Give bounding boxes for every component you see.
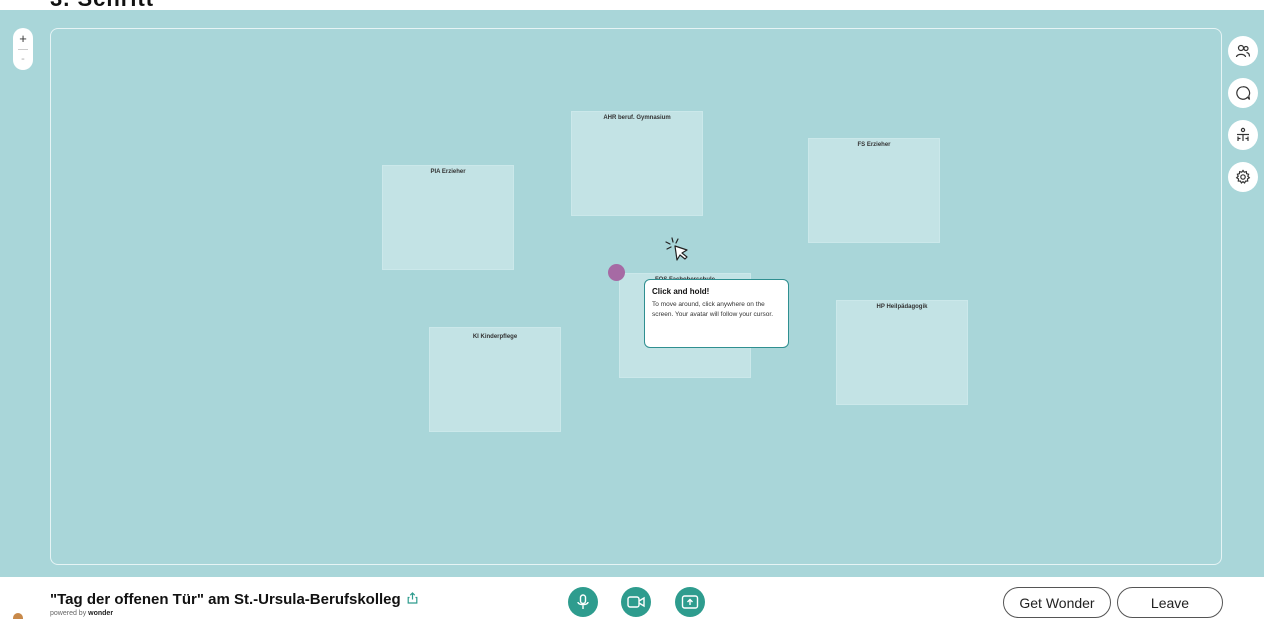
bottom-bar: "Tag der offenen Tür" am St.-Ursula-Beru… <box>0 577 1264 619</box>
zoom-in-button[interactable]: + <box>13 28 33 49</box>
chat-icon[interactable] <box>1228 78 1258 108</box>
page-heading: 3. Schritt <box>0 0 1264 10</box>
camera-icon <box>627 596 645 608</box>
camera-button[interactable] <box>621 587 651 617</box>
leave-button[interactable]: Leave <box>1117 587 1223 618</box>
room-label: KI Kinderpflege <box>472 334 518 340</box>
room-label: FS Erzieher <box>857 142 891 148</box>
space-title-text: "Tag der offenen Tür" am St.-Ursula-Beru… <box>50 591 401 608</box>
share-icon[interactable] <box>407 591 418 608</box>
space-title: "Tag der offenen Tür" am St.-Ursula-Beru… <box>50 591 418 608</box>
room-ki[interactable]: KI Kinderpflege <box>429 327 561 432</box>
space-canvas[interactable]: + - AHR beruf. Gymnasium PIA Erzieher FS… <box>0 10 1264 577</box>
microphone-button[interactable] <box>568 587 598 617</box>
tables-icon[interactable] <box>1228 120 1258 150</box>
tooltip-title: Click and hold! <box>652 287 710 296</box>
right-toolbar <box>1228 36 1258 192</box>
room-label: PIA Erzieher <box>430 169 466 175</box>
onboarding-tooltip: Click and hold! To move around, click an… <box>644 279 789 348</box>
user-avatar[interactable] <box>608 264 625 281</box>
self-avatar[interactable] <box>13 613 23 619</box>
screen-share-button[interactable] <box>675 587 705 617</box>
click-cursor-icon <box>664 236 692 264</box>
people-icon[interactable] <box>1228 36 1258 66</box>
screen-share-icon <box>681 595 699 609</box>
zoom-out-button[interactable]: - <box>13 50 33 71</box>
microphone-icon <box>577 594 589 609</box>
powered-brand[interactable]: wonder <box>88 610 113 617</box>
room-hp[interactable]: HP Heilpädagogik <box>836 300 968 405</box>
gear-icon[interactable] <box>1228 162 1258 192</box>
tooltip-body: To move around, click anywhere on the sc… <box>652 301 774 318</box>
room-pia[interactable]: PIA Erzieher <box>382 165 514 270</box>
room-fs[interactable]: FS Erzieher <box>808 138 940 243</box>
get-wonder-button[interactable]: Get Wonder <box>1003 587 1111 618</box>
powered-prefix: powered by <box>50 610 87 617</box>
page-heading-text: 3. Schritt <box>50 0 154 10</box>
room-label: HP Heilpädagogik <box>876 304 928 310</box>
room-ahr[interactable]: AHR beruf. Gymnasium <box>571 111 703 216</box>
zoom-control: + - <box>13 28 33 70</box>
room-label: AHR beruf. Gymnasium <box>603 115 671 121</box>
powered-by: powered by wonder <box>50 610 113 617</box>
